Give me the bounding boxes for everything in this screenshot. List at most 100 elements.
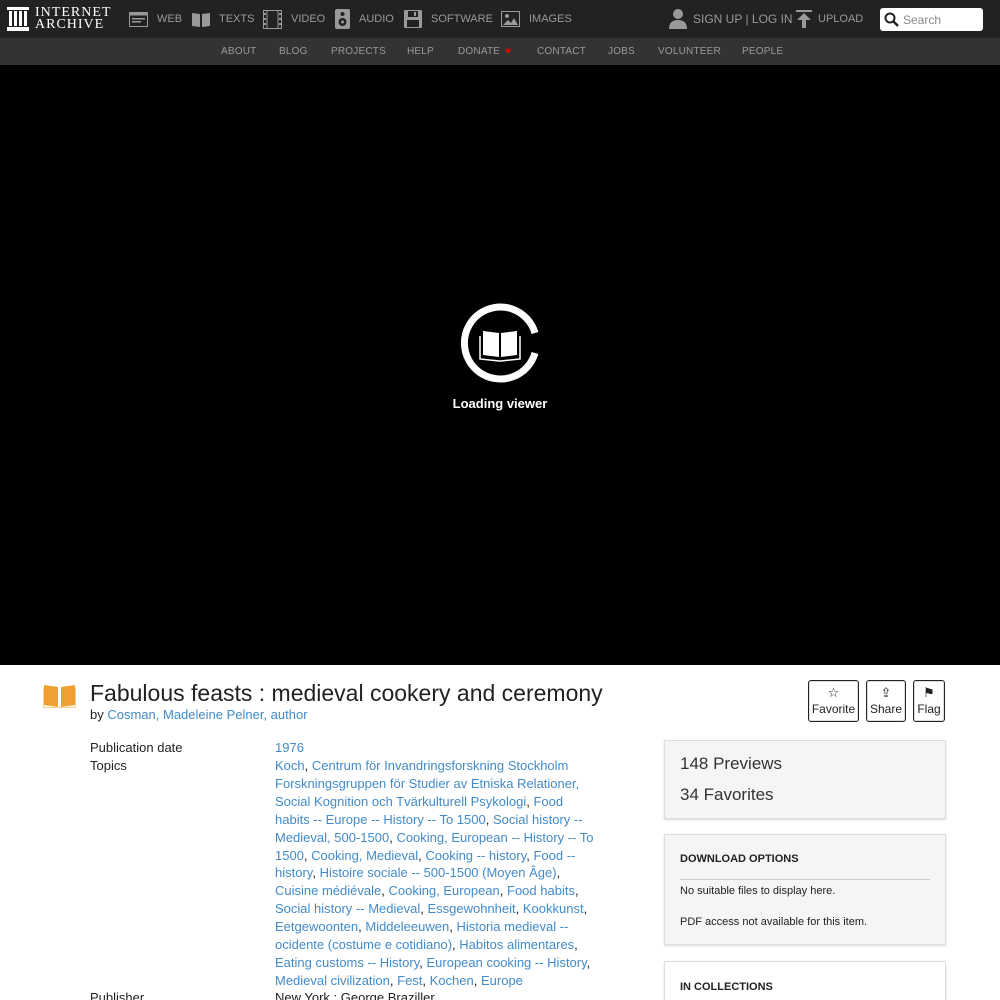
topic-separator: ,	[473, 972, 481, 988]
subnav-contact[interactable]: CONTACT	[537, 38, 586, 65]
upload-icon	[796, 10, 812, 28]
topic-link[interactable]: Medieval civilization	[275, 973, 390, 988]
topic-separator: ,	[499, 883, 508, 899]
flag-label: Flag	[917, 702, 941, 716]
search-box	[880, 8, 983, 31]
nav-texts-label: TEXTS	[219, 13, 255, 25]
loading-spinner-icon	[460, 303, 539, 383]
nav-images[interactable]: IMAGES	[501, 0, 572, 38]
topic-separator: ,	[574, 937, 578, 953]
topic-link[interactable]: Social history -- Medieval	[275, 901, 420, 916]
subnav-volunteer[interactable]: VOLUNTEER	[658, 38, 721, 65]
topic-link[interactable]: Cuisine médiévale	[275, 883, 381, 898]
stats-box: 148 Previews 34 Favorites	[664, 740, 946, 819]
subnav-blog[interactable]: BLOG	[279, 38, 308, 65]
topic-link[interactable]: Cooking, Medieval	[311, 848, 418, 863]
topic-link[interactable]: Koch	[275, 758, 305, 773]
share-icon: ⇪	[880, 685, 892, 700]
subnav-donate[interactable]: DONATE ♥	[458, 38, 511, 65]
upload-link[interactable]: UPLOAD	[796, 0, 863, 38]
nav-software-label: SOFTWARE	[431, 13, 493, 25]
sign-up-login-link[interactable]: SIGN UP | LOG IN	[669, 0, 793, 38]
favorite-label: Favorite	[811, 702, 856, 716]
nav-web[interactable]: WEB	[129, 0, 182, 38]
topic-link[interactable]: Histoire sociale -- 500-1500 (Moyen Âge)	[320, 865, 557, 880]
topic-link[interactable]: European cooking -- History	[426, 955, 586, 970]
download-options-title: DOWNLOAD OPTIONS	[680, 853, 799, 865]
by-label: by	[90, 707, 104, 722]
book-icon	[192, 12, 210, 27]
topic-separator: ,	[583, 901, 588, 917]
star-icon: ☆	[827, 685, 840, 700]
nav-software[interactable]: SOFTWARE	[404, 0, 493, 38]
nav-audio[interactable]: AUDIO	[335, 0, 394, 38]
search-input[interactable]	[903, 12, 981, 27]
book-viewer[interactable]: Loading viewer	[0, 65, 1000, 665]
topic-link[interactable]: Habitos alimentares	[459, 937, 574, 952]
topic-link[interactable]: Food habits	[507, 883, 575, 898]
topic-separator: ,	[556, 865, 561, 881]
nav-video[interactable]: VIDEO	[263, 0, 325, 38]
favorite-button[interactable]: ☆ Favorite	[808, 680, 859, 722]
topic-separator: ,	[515, 901, 523, 917]
topic-link[interactable]: Kochen	[430, 973, 474, 988]
logo-text: INTERNET ARCHIVE	[35, 5, 112, 32]
speaker-icon	[335, 9, 350, 29]
collections-title: IN COLLECTIONS	[680, 981, 773, 993]
nav-texts[interactable]: TEXTS	[192, 0, 254, 38]
topic-separator: ,	[586, 954, 591, 970]
sign-up-label: SIGN UP | LOG IN	[693, 12, 793, 26]
share-button[interactable]: ⇪ Share	[866, 680, 906, 722]
texts-icon	[43, 685, 76, 708]
pubdate-value: 1976	[275, 739, 600, 757]
topic-link[interactable]: Cooking -- history	[425, 848, 526, 863]
subnav-projects[interactable]: PROJECTS	[331, 38, 386, 65]
item-title: Fabulous feasts : medieval cookery and c…	[90, 680, 603, 706]
subnav-help[interactable]: HELP	[407, 38, 434, 65]
topic-separator: ,	[574, 883, 579, 899]
top-nav: INTERNET ARCHIVE WEB TEXTS VIDEO AUDIO S…	[0, 0, 1000, 38]
archive-building-icon	[7, 7, 29, 31]
pubdate-link[interactable]: 1976	[275, 740, 304, 755]
author-link[interactable]: Cosman, Madeleine Pelner, author	[107, 707, 307, 722]
publisher-value: New York : George Braziller	[275, 990, 435, 1000]
topics-label: Topics	[90, 758, 127, 773]
subnav-about[interactable]: ABOUT	[221, 38, 256, 65]
topic-link[interactable]: Europe	[481, 973, 523, 988]
user-icon	[669, 9, 687, 29]
nav-web-label: WEB	[157, 13, 183, 25]
floppy-icon	[404, 10, 422, 28]
topic-link[interactable]: Kookkunst	[523, 901, 584, 916]
download-message-2: PDF access not available for this item.	[680, 916, 868, 928]
publisher-label: Publisher	[90, 990, 145, 1000]
image-icon	[501, 11, 520, 27]
nav-images-label: IMAGES	[529, 13, 572, 25]
subnav-people[interactable]: PEOPLE	[742, 38, 783, 65]
flag-button[interactable]: ⚑ Flag	[913, 680, 945, 722]
topic-link[interactable]: Cooking, European	[388, 883, 499, 898]
search-icon[interactable]	[884, 12, 899, 27]
secondary-nav: ABOUT BLOG PROJECTS HELP DONATE ♥ CONTACT…	[0, 38, 1000, 65]
topic-link[interactable]: Essgewohnheit	[427, 901, 515, 916]
heart-icon: ♥	[505, 46, 512, 57]
nav-audio-label: AUDIO	[359, 13, 394, 25]
subnav-jobs[interactable]: JOBS	[608, 38, 635, 65]
flag-icon: ⚑	[923, 685, 935, 700]
download-message-1: No suitable files to display here.	[680, 885, 836, 897]
internet-archive-logo[interactable]: INTERNET ARCHIVE	[7, 5, 111, 33]
topic-link[interactable]: Eating customs -- History	[275, 955, 419, 970]
share-label: Share	[869, 702, 903, 716]
film-icon	[263, 9, 282, 29]
nav-video-label: VIDEO	[291, 13, 326, 25]
collections-box: IN COLLECTIONS	[664, 961, 946, 1000]
favorites-count: 34 Favorites	[680, 785, 774, 804]
previews-count: 148 Previews	[680, 754, 783, 773]
upload-label: UPLOAD	[818, 13, 864, 25]
topic-link[interactable]: Eetgewoonten	[275, 919, 358, 934]
topic-link[interactable]: Fest	[397, 973, 422, 988]
web-icon	[129, 11, 148, 27]
topic-separator: ,	[485, 811, 493, 827]
download-divider	[680, 879, 930, 880]
loading-viewer-text: Loading viewer	[452, 396, 548, 411]
topic-link[interactable]: Middeleeuwen	[365, 919, 449, 934]
